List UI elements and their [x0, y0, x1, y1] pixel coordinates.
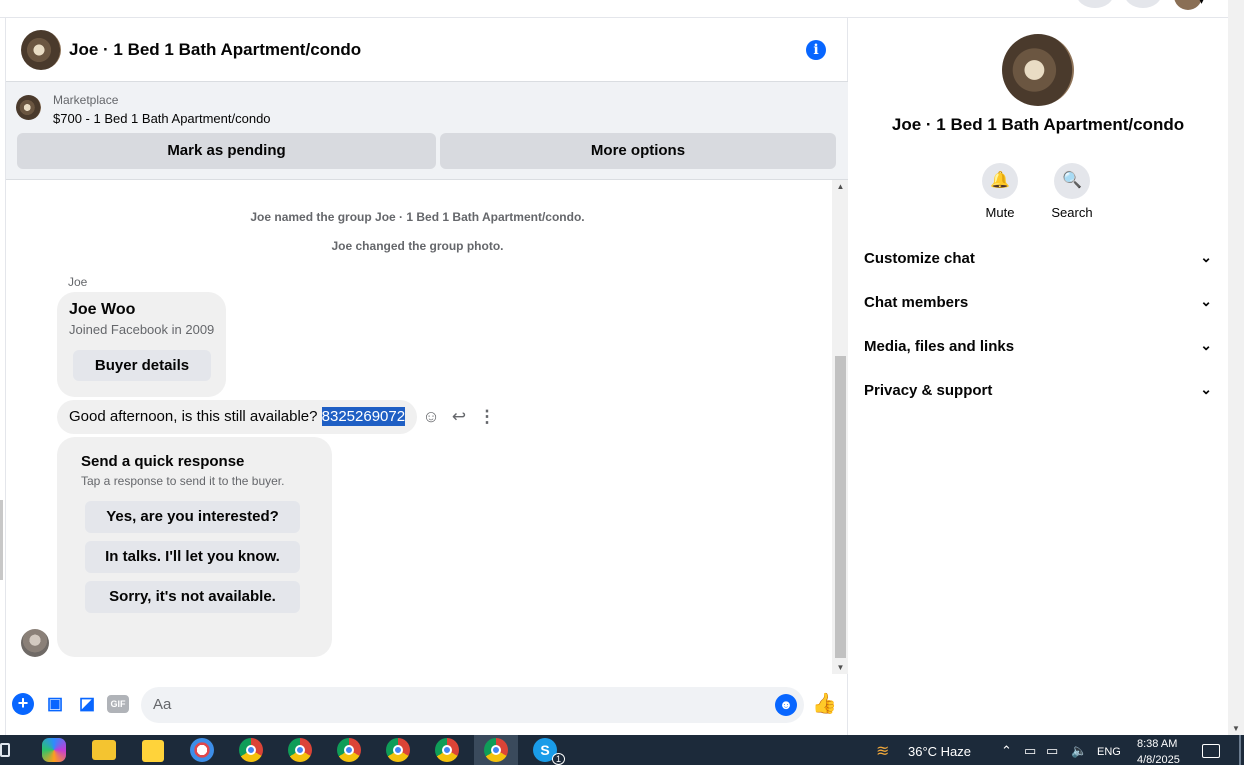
bell-icon: 🔔	[982, 163, 1018, 199]
paint-icon[interactable]	[190, 738, 214, 762]
section-label: Chat members	[864, 294, 969, 311]
scroll-down-arrow-icon[interactable]: ▼	[832, 663, 849, 672]
section-privacy-support[interactable]: Privacy & support ⌄	[864, 379, 1212, 403]
message-scrollbar[interactable]: ▲ ▼	[832, 180, 849, 674]
group-avatar-large[interactable]	[1002, 34, 1074, 106]
search-label: Search	[1051, 205, 1093, 220]
clock-date[interactable]: 4/8/2025	[1137, 754, 1180, 765]
group-avatar[interactable]	[21, 30, 61, 70]
info-icon[interactable]: i	[806, 40, 826, 60]
top-nav-button[interactable]	[1076, 0, 1114, 8]
language-indicator[interactable]: ENG	[1097, 746, 1121, 758]
message-input-placeholder: Aa	[153, 696, 172, 713]
system-message: Joe named the group Joe · 1 Bed 1 Bath A…	[250, 210, 585, 224]
chevron-down-icon: ⌄	[1200, 337, 1212, 353]
search-icon: 🔍	[1054, 163, 1090, 199]
volume-icon[interactable]: 🔈	[1071, 743, 1087, 759]
chat-pane: Joe · 1 Bed 1 Bath Apartment/condo i Mar…	[5, 18, 849, 735]
file-explorer-icon[interactable]	[92, 740, 116, 760]
buyer-joined-text: Joined Facebook in 2009	[69, 322, 215, 337]
task-view-icon[interactable]	[0, 743, 10, 757]
chat-header: Joe · 1 Bed 1 Bath Apartment/condo i	[6, 18, 849, 82]
page-scrollbar[interactable]: ▼	[1228, 0, 1244, 735]
network-icon[interactable]: ▭	[1046, 743, 1058, 759]
weather-text[interactable]: 36°C Haze	[908, 744, 971, 759]
marketplace-bar: Marketplace $700 - 1 Bed 1 Bath Apartmen…	[6, 82, 849, 180]
section-label: Media, files and links	[864, 338, 1015, 355]
copilot-icon[interactable]	[42, 738, 66, 762]
sticky-notes-icon[interactable]	[142, 740, 164, 762]
quick-response-button[interactable]: Sorry, it's not available.	[85, 581, 300, 613]
section-chat-members[interactable]: Chat members ⌄	[864, 291, 1212, 315]
scroll-up-arrow-icon[interactable]: ▲	[832, 182, 849, 191]
photo-icon[interactable]: ▣	[44, 693, 66, 715]
react-emoji-icon[interactable]: ☺	[420, 406, 442, 428]
quick-response-button[interactable]: Yes, are you interested?	[85, 501, 300, 533]
quick-response-subtitle: Tap a response to send it to the buyer.	[81, 474, 285, 488]
chrome-profile-icon[interactable]	[435, 738, 459, 762]
windows-taskbar: S 1 ≋ 36°C Haze ⌃ ▭ ▭ 🔈 ENG 8:38 AM 4/8/…	[0, 735, 1244, 765]
search-button[interactable]: 🔍 Search	[1042, 163, 1102, 220]
sender-name: Joe	[68, 275, 88, 289]
conversation-details-panel: Joe · 1 Bed 1 Bath Apartment/condo 🔔 Mut…	[848, 18, 1228, 735]
left-edge-scroll-indicator	[0, 500, 3, 580]
message-input[interactable]: Aa ☻	[141, 687, 804, 723]
system-message: Joe changed the group photo.	[331, 239, 504, 253]
marketplace-label: Marketplace	[53, 93, 119, 107]
reply-icon[interactable]: ↩	[448, 406, 470, 428]
message-composer: + ▣ ◪ GIF Aa ☻ 👍	[6, 681, 849, 729]
scroll-down-arrow-icon[interactable]: ▼	[1228, 724, 1244, 733]
chevron-down-icon: ⌄	[1200, 249, 1212, 265]
more-options-button[interactable]: More options	[440, 133, 836, 169]
chrome-profile-icon[interactable]	[386, 738, 410, 762]
mark-as-pending-button[interactable]: Mark as pending	[17, 133, 436, 169]
account-avatar[interactable]	[1174, 0, 1202, 10]
plus-icon[interactable]: +	[12, 693, 34, 715]
chrome-profile-icon[interactable]	[337, 738, 361, 762]
chat-title[interactable]: Joe · 1 Bed 1 Bath Apartment/condo	[69, 40, 361, 60]
quick-response-card: Send a quick response Tap a response to …	[57, 437, 332, 657]
chevron-down-icon[interactable]: ▾	[1199, 0, 1204, 7]
message-list: Joe named the group Joe · 1 Bed 1 Bath A…	[6, 180, 832, 674]
meet-now-icon[interactable]: ▭	[1024, 743, 1036, 759]
chrome-icon[interactable]	[239, 738, 263, 762]
listing-title[interactable]: $700 - 1 Bed 1 Bath Apartment/condo	[53, 111, 271, 126]
conversation-title: Joe · 1 Bed 1 Bath Apartment/condo	[891, 115, 1185, 134]
section-customize-chat[interactable]: Customize chat ⌄	[864, 247, 1212, 271]
notification-icon[interactable]	[1202, 744, 1220, 758]
emoji-icon[interactable]: ☻	[775, 694, 797, 716]
sticker-icon[interactable]: ◪	[76, 693, 98, 715]
top-nav-button[interactable]	[1124, 0, 1162, 8]
quick-response-title: Send a quick response	[81, 453, 245, 470]
message-bubble[interactable]: Good afternoon, is this still available?…	[57, 400, 418, 434]
section-label: Customize chat	[864, 250, 975, 267]
mute-label: Mute	[985, 205, 1015, 220]
quick-response-button[interactable]: In talks. I'll let you know.	[85, 541, 300, 573]
thumbs-up-icon[interactable]: 👍	[812, 693, 837, 715]
sender-avatar[interactable]	[21, 629, 49, 657]
scroll-thumb[interactable]	[835, 356, 846, 658]
chrome-profile-icon[interactable]	[484, 738, 508, 762]
listing-thumbnail[interactable]	[16, 95, 41, 120]
chevron-up-icon[interactable]: ⌃	[1001, 743, 1012, 759]
chrome-profile-icon[interactable]	[288, 738, 312, 762]
mute-button[interactable]: 🔔 Mute	[970, 163, 1030, 220]
buyer-name: Joe Woo	[69, 301, 136, 318]
show-desktop-button[interactable]	[1239, 735, 1241, 765]
buyer-details-button[interactable]: Buyer details	[73, 350, 211, 381]
section-label: Privacy & support	[864, 382, 993, 399]
clock-time[interactable]: 8:38 AM	[1137, 738, 1177, 750]
message-phone-number[interactable]: 8325269072	[321, 407, 406, 426]
chevron-down-icon: ⌄	[1200, 293, 1212, 309]
section-media-files-links[interactable]: Media, files and links ⌄	[864, 335, 1212, 359]
gif-icon[interactable]: GIF	[107, 695, 129, 713]
haze-weather-icon[interactable]: ≋	[876, 741, 900, 760]
message-text: Good afternoon, is this still available?	[69, 408, 322, 425]
chevron-down-icon: ⌄	[1200, 381, 1212, 397]
more-vertical-icon[interactable]: ⋮	[476, 406, 498, 428]
buyer-profile-card: Joe Woo Joined Facebook in 2009 Buyer de…	[57, 292, 226, 397]
top-navigation-strip: ▾	[0, 0, 1228, 18]
skype-notification-badge: 1	[552, 753, 565, 765]
